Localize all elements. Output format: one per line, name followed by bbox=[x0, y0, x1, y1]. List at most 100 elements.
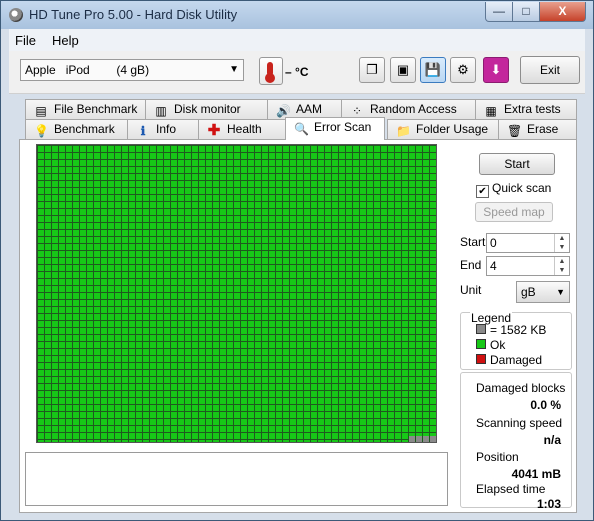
start-position-input[interactable]: 0 ▲ ▼ bbox=[486, 233, 570, 253]
tab-benchmark[interactable]: 💡 Benchmark bbox=[25, 119, 128, 139]
unit-select-value: gB bbox=[521, 285, 536, 299]
tab-random-access[interactable]: ⁘ Random Access bbox=[341, 99, 476, 119]
tab-label: Error Scan bbox=[314, 120, 372, 134]
temperature-readout: – °C bbox=[285, 65, 308, 79]
window-title: HD Tune Pro 5.00 - Hard Disk Utility bbox=[29, 7, 238, 22]
thermometer-icon bbox=[259, 57, 283, 85]
app-window: HD Tune Pro 5.00 - Hard Disk Utility — □… bbox=[0, 0, 594, 521]
tab-label: AAM bbox=[296, 102, 323, 116]
tab-label: Erase bbox=[527, 122, 559, 136]
floppy-disk-icon: 💾 bbox=[424, 62, 442, 77]
copy-text-button[interactable]: ❐ bbox=[359, 57, 385, 83]
extra-tests-icon: ▦ bbox=[485, 104, 497, 118]
tab-folder-usage[interactable]: 📁 Folder Usage bbox=[387, 119, 499, 139]
tab-info[interactable]: ℹ Info bbox=[127, 119, 199, 139]
drive-select-value: Apple iPod (4 gB) bbox=[25, 63, 150, 77]
info-icon: ℹ bbox=[140, 124, 146, 138]
options-icon: ⚙ bbox=[457, 62, 469, 77]
end-position-value: 4 bbox=[490, 259, 497, 273]
legend-block-size: = 1582 KB bbox=[490, 323, 547, 337]
legend-row-block-size: = 1582 KB bbox=[476, 323, 546, 337]
tab-label: Benchmark bbox=[54, 122, 115, 136]
scanning-speed-value: n/a bbox=[543, 433, 561, 447]
tab-erase[interactable]: 🗑 Erase bbox=[498, 119, 577, 139]
lightbulb-icon: 💡 bbox=[34, 124, 49, 138]
title-bar[interactable]: HD Tune Pro 5.00 - Hard Disk Utility — □… bbox=[1, 1, 593, 29]
legend-box: Legend = 1582 KB Ok Damaged bbox=[460, 311, 572, 370]
menu-file[interactable]: File bbox=[15, 33, 36, 48]
end-position-input[interactable]: 4 ▲ ▼ bbox=[486, 256, 570, 276]
close-button[interactable]: X bbox=[539, 2, 586, 22]
start-label: Start bbox=[460, 235, 486, 249]
scan-stats-box: Damaged blocks 0.0 % Scanning speed n/a … bbox=[460, 372, 572, 511]
tab-label: File Benchmark bbox=[54, 102, 138, 116]
tab-error-scan[interactable]: 🔍 Error Scan bbox=[285, 117, 385, 140]
gray-swatch bbox=[476, 324, 486, 334]
quick-scan-checkbox[interactable]: ✔ Quick scan bbox=[476, 181, 551, 198]
drive-select[interactable]: Apple iPod (4 gB) ▼ bbox=[20, 59, 244, 81]
tab-row-1: ▤ File Benchmark ▥ Disk monitor 🔊 AAM ⁘ Rand… bbox=[9, 99, 585, 119]
tab-row-2: 💡 Benchmark ℹ Info ✚ Health 🔍 Error Scan 📁 Fo… bbox=[9, 117, 585, 140]
legend-ok: Ok bbox=[490, 338, 506, 352]
green-swatch bbox=[476, 339, 486, 349]
download-button[interactable]: ⬇ bbox=[483, 57, 509, 83]
legend-row-damaged: Damaged bbox=[476, 353, 542, 367]
quick-scan-label: Quick scan bbox=[492, 181, 552, 195]
toolbar: Apple iPod (4 gB) ▼ – °C ❐ ▣ 💾 ⚙ ⬇ Exit bbox=[9, 51, 585, 94]
tab-health[interactable]: ✚ Health bbox=[198, 119, 286, 139]
copy-icon: ❐ bbox=[366, 62, 378, 77]
minimize-button[interactable]: — bbox=[485, 2, 513, 22]
options-button[interactable]: ⚙ bbox=[450, 57, 476, 83]
damaged-blocks-value: 0.0 % bbox=[530, 398, 561, 412]
trash-icon: 🗑 bbox=[507, 124, 523, 138]
legend-row-ok: Ok bbox=[476, 338, 505, 352]
tab-label: Info bbox=[156, 122, 177, 136]
health-cross-icon: ✚ bbox=[207, 122, 221, 139]
scan-log-area[interactable] bbox=[25, 452, 448, 506]
disk-monitor-icon: ▥ bbox=[155, 104, 167, 118]
exit-button[interactable]: Exit bbox=[520, 56, 580, 84]
tab-label: Extra tests bbox=[504, 102, 561, 116]
unit-select[interactable]: gB ▼ bbox=[516, 281, 570, 303]
random-access-icon: ⁘ bbox=[351, 104, 363, 118]
tab-disk-monitor[interactable]: ▥ Disk monitor bbox=[145, 99, 268, 119]
red-swatch bbox=[476, 354, 486, 364]
copy-image-icon: ▣ bbox=[396, 62, 410, 77]
unscanned-block bbox=[423, 436, 429, 442]
damaged-blocks-label: Damaged blocks bbox=[476, 381, 566, 395]
error-scan-panel: Start ✔ Quick scan Speed map Start 0 ▲ ▼ E… bbox=[19, 139, 577, 513]
speaker-icon: 🔊 bbox=[276, 104, 291, 118]
tab-label: Random Access bbox=[370, 102, 457, 116]
spinner-arrows-icon[interactable]: ▲ ▼ bbox=[554, 257, 569, 275]
tab-extra-tests[interactable]: ▦ Extra tests bbox=[475, 99, 577, 119]
start-scan-button[interactable]: Start bbox=[479, 153, 555, 175]
maximize-button[interactable]: □ bbox=[512, 2, 540, 22]
scan-block-grid bbox=[36, 144, 437, 443]
save-button[interactable]: 💾 bbox=[420, 57, 446, 83]
chevron-down-icon: ▼ bbox=[229, 64, 239, 75]
speed-map-button[interactable]: Speed map bbox=[475, 202, 553, 222]
temperature-unit: °C bbox=[295, 65, 309, 79]
elapsed-time-label: Elapsed time bbox=[476, 482, 546, 496]
unscanned-block bbox=[409, 436, 415, 442]
position-value: 4041 mB bbox=[511, 467, 561, 481]
tab-label: Disk monitor bbox=[174, 102, 241, 116]
spinner-arrows-icon[interactable]: ▲ ▼ bbox=[554, 234, 569, 252]
magnifier-icon: 🔍 bbox=[294, 122, 309, 136]
legend-damaged: Damaged bbox=[490, 353, 543, 367]
position-label: Position bbox=[476, 450, 519, 464]
checkbox-checked-icon: ✔ bbox=[476, 185, 489, 198]
tab-aam[interactable]: 🔊 AAM bbox=[267, 99, 342, 119]
end-label: End bbox=[460, 258, 482, 272]
menu-help[interactable]: Help bbox=[52, 33, 79, 48]
unscanned-block bbox=[416, 436, 422, 442]
unit-label: Unit bbox=[460, 283, 482, 297]
tab-file-benchmark[interactable]: ▤ File Benchmark bbox=[25, 99, 146, 119]
copy-screenshot-button[interactable]: ▣ bbox=[390, 57, 416, 83]
scanning-speed-label: Scanning speed bbox=[476, 416, 563, 430]
tab-label: Folder Usage bbox=[416, 122, 489, 136]
unscanned-block bbox=[430, 436, 436, 442]
start-position-value: 0 bbox=[490, 236, 497, 250]
chevron-down-icon: ▼ bbox=[556, 287, 565, 297]
temperature-value: – bbox=[285, 65, 296, 79]
